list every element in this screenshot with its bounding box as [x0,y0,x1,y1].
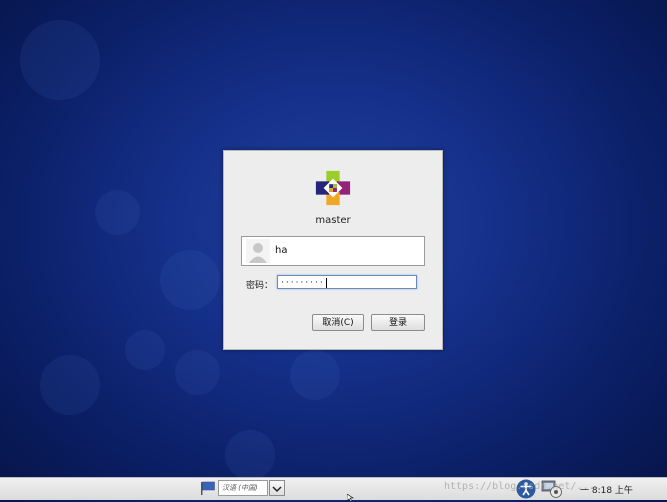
password-label: 密码： [246,281,274,291]
login-button[interactable]: 登录 [371,314,425,331]
hostname-label: master [315,215,351,226]
username-label: ha [275,245,288,256]
user-avatar-icon [246,239,270,263]
login-dialog: master ha 密码： ········· 取消(C) 登录 [223,150,443,350]
password-mask: ········· [281,278,325,288]
password-field[interactable]: ········· [277,275,417,289]
cancel-button[interactable]: 取消(C) [312,314,364,331]
watermark: https://blog.csdn.net/... [444,481,595,492]
language-select[interactable]: 汉语 (中国) [218,480,268,496]
keyboard-flag-icon [201,481,215,495]
centos-logo [315,170,351,206]
chevron-down-icon [272,486,282,493]
text-cursor [325,277,327,288]
user-entry[interactable]: ha [241,236,425,266]
language-dropdown-button[interactable] [269,480,285,496]
mouse-pointer-icon [347,494,354,502]
